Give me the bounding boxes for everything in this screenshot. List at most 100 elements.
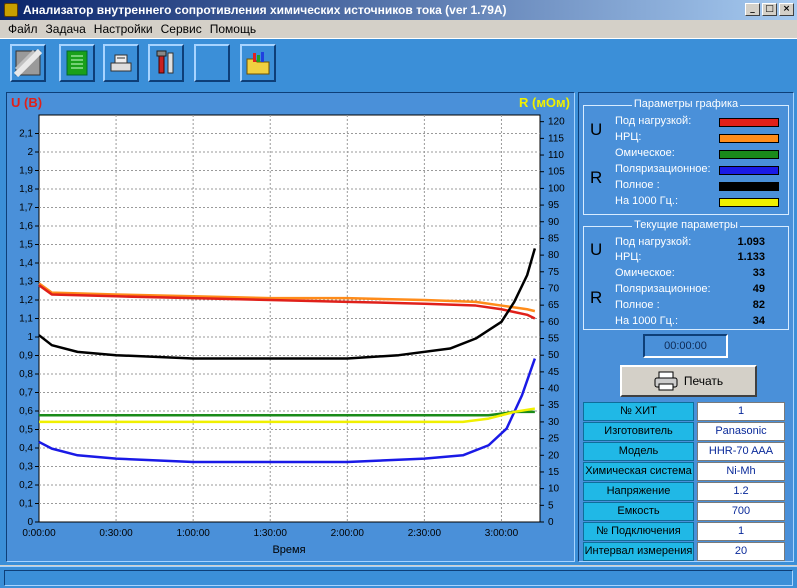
current-value-ocv: 1.133	[737, 251, 765, 263]
graph-params-title: Параметры графика	[631, 98, 741, 110]
print-button[interactable]: Печать	[620, 365, 757, 397]
info-value[interactable]: 20	[697, 542, 785, 561]
current-label-polar: Поляризационное:	[615, 283, 711, 295]
app-icon	[4, 3, 18, 17]
legend-label-total: Полное :	[615, 179, 660, 191]
left-tick-label: 0,1	[19, 499, 33, 510]
tools-button[interactable]	[148, 44, 184, 82]
print-label: Печать	[683, 374, 724, 388]
r-letter: R	[590, 168, 603, 187]
info-value[interactable]: 1	[697, 402, 785, 421]
current-label-ocv: НРЦ:	[615, 251, 642, 263]
right-tick-label: 10	[548, 484, 560, 495]
minimize-button[interactable]: _	[745, 3, 760, 16]
info-value[interactable]: HHR-70 AAA	[697, 442, 785, 461]
x-tick-label: 1:30:00	[254, 528, 288, 539]
left-tick-label: 2	[27, 147, 33, 158]
left-tick-label: 1,3	[19, 277, 33, 288]
info-key: Модель	[583, 442, 694, 461]
status-bar	[0, 566, 797, 588]
legend-swatch-ohmic[interactable]	[719, 150, 779, 159]
info-row: Химическая система Ni-Mh	[583, 462, 789, 482]
legend-swatch-ocv[interactable]	[719, 134, 779, 143]
x-tick-label: 0:30:00	[99, 528, 133, 539]
current-label-load: Под нагрузкой:	[615, 236, 692, 248]
right-panel: Параметры графика U R Под нагрузкой: НРЦ…	[578, 92, 794, 562]
menu-help[interactable]: Помощь	[206, 22, 260, 36]
right-tick-label: 110	[548, 150, 564, 161]
menu-task[interactable]: Задача	[42, 22, 90, 36]
current-label-total: Полное :	[615, 299, 660, 311]
blank-button[interactable]	[194, 44, 230, 82]
info-key: № ХИТ	[583, 402, 694, 421]
x-tick-label: 3:00:00	[485, 528, 519, 539]
legend-swatch-polar[interactable]	[719, 166, 779, 175]
current-params-title: Текущие параметры	[632, 219, 740, 231]
left-tick-label: 0,5	[19, 425, 33, 436]
right-tick-label: 70	[548, 283, 560, 294]
right-tick-label: 40	[548, 384, 560, 395]
circuit-button[interactable]	[59, 44, 95, 82]
device-button[interactable]	[103, 44, 139, 82]
info-key: Емкость	[583, 502, 694, 521]
battery-button[interactable]	[10, 44, 46, 82]
info-key: Изготовитель	[583, 422, 694, 441]
left-tick-label: 0,2	[19, 480, 33, 491]
tools-icon	[156, 50, 174, 74]
info-row: № ХИТ 1	[583, 402, 789, 422]
menu-file[interactable]: Файл	[4, 22, 42, 36]
legend-swatch-total[interactable]	[719, 182, 779, 191]
left-tick-label: 0,7	[19, 388, 33, 399]
right-tick-label: 45	[548, 367, 560, 378]
right-tick-label: 30	[548, 417, 560, 428]
right-tick-label: 0	[548, 517, 554, 528]
left-tick-label: 1,2	[19, 295, 33, 306]
right-tick-label: 80	[548, 250, 560, 261]
legend-label-ocv: НРЦ:	[615, 131, 642, 143]
graph-params-group: Параметры графика U R Под нагрузкой: НРЦ…	[583, 98, 789, 215]
right-tick-label: 25	[548, 434, 560, 445]
info-value[interactable]: 1.2	[697, 482, 785, 501]
close-button[interactable]: ×	[779, 3, 794, 16]
r-letter-current: R	[590, 288, 603, 307]
left-tick-label: 1,6	[19, 221, 33, 232]
info-key: Интервал измерения	[583, 542, 694, 561]
info-key: Напряжение	[583, 482, 694, 501]
info-value[interactable]: 700	[697, 502, 785, 521]
title-bar: Анализатор внутреннего сопротивления хим…	[0, 0, 797, 20]
battery-icon	[14, 49, 42, 77]
x-tick-label: 2:30:00	[408, 528, 442, 539]
menu-service[interactable]: Сервис	[157, 22, 206, 36]
current-value-1khz: 34	[752, 315, 765, 327]
menu-settings[interactable]: Настройки	[90, 22, 157, 36]
current-value-ohmic: 33	[752, 267, 765, 279]
current-value-total: 82	[752, 299, 765, 311]
info-value[interactable]: 1	[697, 522, 785, 541]
left-tick-label: 1	[27, 332, 33, 343]
info-value[interactable]: Ni-Mh	[697, 462, 785, 481]
legend-swatch-1khz[interactable]	[719, 198, 779, 207]
left-tick-label: 0,3	[19, 462, 33, 473]
current-params-group: Текущие параметры U R Под нагрузкой: 1.0…	[583, 219, 789, 330]
legend-label-load: Под нагрузкой:	[615, 115, 692, 127]
open-button[interactable]	[240, 44, 276, 82]
status-field	[4, 570, 793, 586]
maximize-button[interactable]: □	[762, 3, 777, 16]
left-tick-label: 1,8	[19, 184, 33, 195]
u-letter-current: U	[590, 240, 603, 259]
window-title: Анализатор внутреннего сопротивления хим…	[23, 3, 507, 17]
right-tick-label: 5	[548, 500, 554, 511]
left-tick-label: 1,1	[19, 314, 33, 325]
left-tick-label: 0,9	[19, 351, 33, 362]
left-tick-label: 0,6	[19, 406, 33, 417]
right-tick-label: 95	[548, 200, 560, 211]
info-value[interactable]: Panasonic	[697, 422, 785, 441]
legend-swatch-load[interactable]	[719, 118, 779, 127]
left-tick-label: 1,7	[19, 203, 33, 214]
legend-label-1khz: На 1000 Гц.:	[615, 195, 679, 207]
battery-info-table: № ХИТ 1 Изготовитель Panasonic Модель HHR-7…	[583, 402, 789, 562]
left-tick-label: 0,4	[19, 443, 33, 454]
left-tick-label: 0,8	[19, 369, 33, 380]
right-tick-label: 35	[548, 400, 560, 411]
right-tick-label: 115	[548, 133, 564, 144]
